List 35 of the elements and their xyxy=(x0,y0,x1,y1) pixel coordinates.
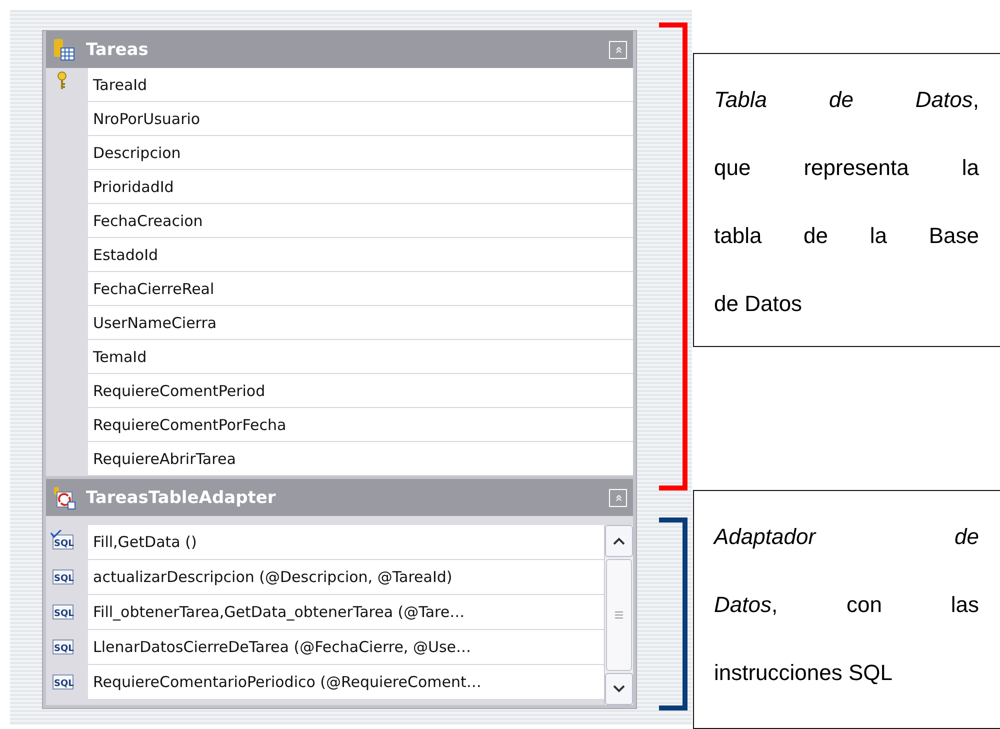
column-name[interactable]: RequiereAbrirTarea xyxy=(88,442,633,476)
query-item[interactable]: actualizarDescripcion (@Descripcion, @TareaId) xyxy=(88,560,604,595)
adapter-icon xyxy=(52,486,76,510)
query-item[interactable]: LlenarDatosCierreDeTarea (@FechaCierre, @Use… xyxy=(88,630,604,665)
callout-text: Datos, con las xyxy=(714,591,979,619)
column-name[interactable]: UserNameCierra xyxy=(88,306,633,340)
chevron-down-icon xyxy=(612,684,626,694)
column-name[interactable]: RequiereComentPorFecha xyxy=(88,408,633,442)
column-name[interactable]: RequiereComentPeriod xyxy=(88,374,633,408)
adapter-title: TareasTableAdapter xyxy=(86,488,277,508)
column-name[interactable]: NroPorUsuario xyxy=(88,102,633,136)
column-name[interactable]: PrioridadId xyxy=(88,170,633,204)
chevron-up-icon xyxy=(612,536,626,546)
query-item[interactable]: Fill,GetData () xyxy=(88,525,604,560)
column-name[interactable]: Descripcion xyxy=(88,136,633,170)
callout-text: Adaptador de xyxy=(714,523,979,551)
query-item[interactable]: RequiereComentarioPeriodico (@RequiereComent… xyxy=(88,665,604,700)
column-name[interactable]: FechaCierreReal xyxy=(88,272,633,306)
scroll-up-button[interactable] xyxy=(605,525,633,557)
column-name[interactable]: TareaId xyxy=(88,68,633,102)
column-name[interactable]: TemaId xyxy=(88,340,633,374)
table-title: Tareas xyxy=(86,40,150,60)
scroll-thumb[interactable] xyxy=(606,559,632,671)
callout-text: que representa la xyxy=(714,154,979,182)
scroll-down-button[interactable] xyxy=(605,673,633,705)
callout-text: instrucciones SQL xyxy=(714,659,894,687)
callout-text: tabla de la Base xyxy=(714,222,979,250)
query-item[interactable]: Fill_obtenerTarea,GetData_obtenerTarea (@Tare… xyxy=(88,595,604,630)
callout-text: Tabla de Datos, xyxy=(714,86,979,114)
column-name[interactable]: FechaCreacion xyxy=(88,204,633,238)
grip-icon xyxy=(614,610,624,620)
column-name[interactable]: EstadoId xyxy=(88,238,633,272)
scrollbar[interactable] xyxy=(604,525,633,705)
callout-text: de Datos xyxy=(714,290,804,318)
table-icon xyxy=(52,38,76,62)
